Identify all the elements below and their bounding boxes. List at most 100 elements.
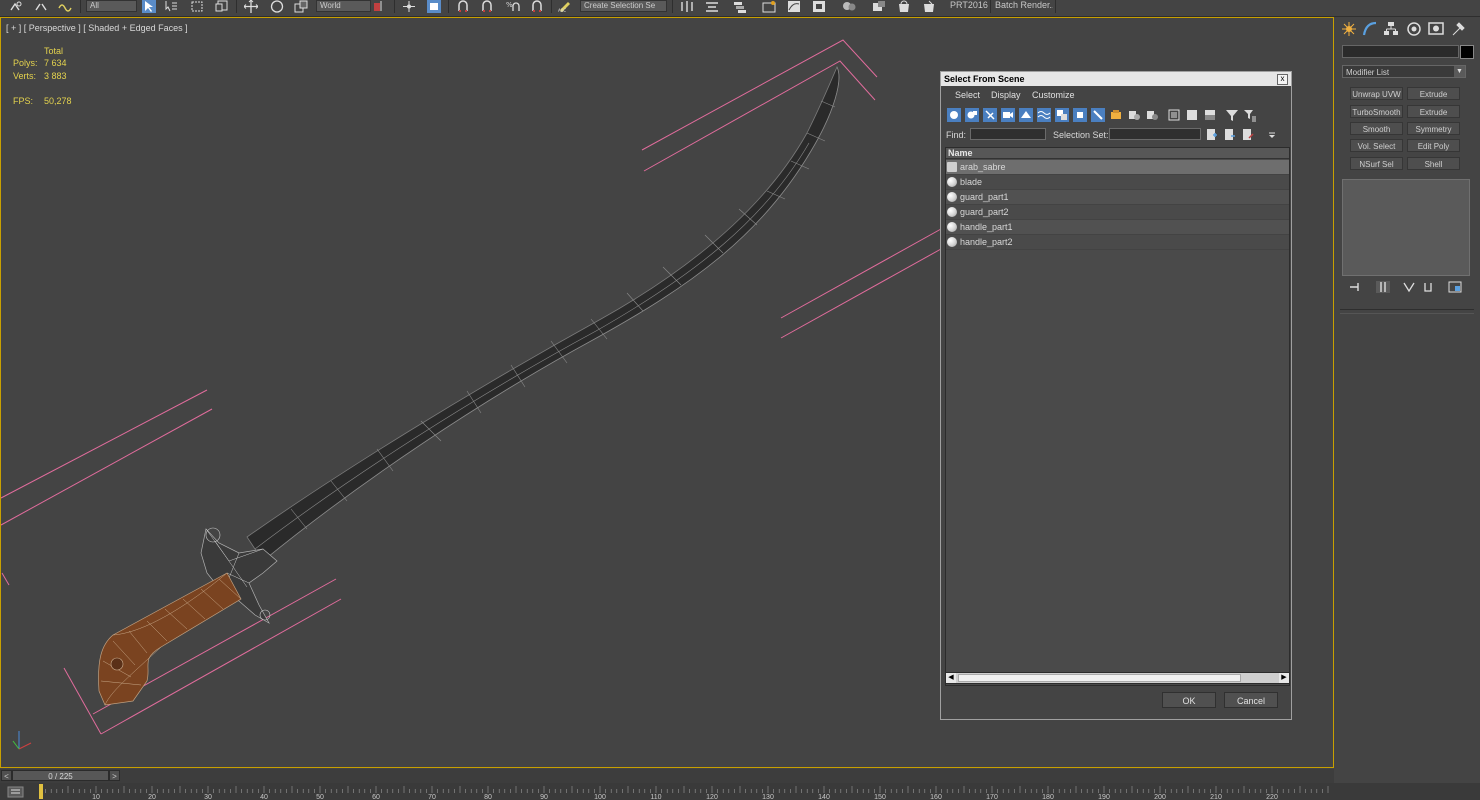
- horizontal-scrollbar[interactable]: ◀ ▶: [945, 672, 1290, 684]
- object-name-field[interactable]: [1342, 45, 1459, 58]
- remove-from-selection-set-icon[interactable]: [1241, 128, 1254, 141]
- select-and-move-icon[interactable]: [244, 0, 258, 13]
- configure-modifier-sets-icon[interactable]: [1448, 281, 1462, 293]
- curve-editor-icon[interactable]: [787, 0, 801, 13]
- prt-label[interactable]: PRT2016: [950, 0, 988, 10]
- reference-coordinate-dropdown[interactable]: World: [316, 0, 371, 12]
- display-geometry-icon[interactable]: [947, 108, 961, 122]
- list-item[interactable]: handle_part1: [946, 220, 1289, 235]
- modifier-button[interactable]: Symmetry: [1407, 122, 1460, 135]
- modifier-button[interactable]: Smooth: [1350, 122, 1403, 135]
- current-frame-marker[interactable]: [39, 784, 43, 799]
- select-and-link-icon[interactable]: [9, 0, 23, 13]
- modifier-button[interactable]: Shell: [1407, 157, 1460, 170]
- modifier-button[interactable]: Extrude: [1407, 87, 1460, 100]
- open-mini-curve-editor-icon[interactable]: [7, 785, 24, 799]
- select-by-name-icon[interactable]: [164, 0, 178, 13]
- filter-options-icon[interactable]: [1243, 108, 1257, 122]
- display-bones-icon[interactable]: [1091, 108, 1105, 122]
- display-helpers-icon[interactable]: [1019, 108, 1033, 122]
- select-object-icon[interactable]: [142, 0, 156, 13]
- modifier-button[interactable]: Vol. Select: [1350, 139, 1403, 152]
- menu-customize[interactable]: Customize: [1032, 90, 1075, 100]
- previous-frame-button[interactable]: <: [1, 770, 12, 781]
- display-lights-icon[interactable]: [983, 108, 997, 122]
- scrollbar-thumb[interactable]: [958, 674, 1241, 682]
- track-ruler[interactable]: 10 20 30 40 50 60 70 80 90 100 110 120 130 140 150 160 1…: [34, 783, 1330, 800]
- time-slider-thumb[interactable]: 0 / 225: [12, 770, 109, 781]
- modifier-button[interactable]: NSurf Sel: [1350, 157, 1403, 170]
- dialog-title[interactable]: Select From Scene: [941, 72, 1291, 86]
- rendered-frame-window-icon[interactable]: [897, 0, 911, 13]
- edit-named-selection-icon[interactable]: ABC: [558, 0, 572, 13]
- close-icon[interactable]: x: [1277, 74, 1288, 85]
- modifier-button[interactable]: Extrude: [1407, 105, 1460, 118]
- percent-snap-icon[interactable]: %: [506, 0, 520, 13]
- pin-stack-icon[interactable]: [1348, 281, 1362, 293]
- render-setup-icon[interactable]: [872, 0, 886, 13]
- motion-tab-icon[interactable]: [1406, 21, 1422, 37]
- make-unique-icon[interactable]: [1402, 281, 1416, 293]
- named-selection-set-field[interactable]: Create Selection Se: [580, 0, 667, 12]
- pivot-center-icon[interactable]: [372, 0, 386, 13]
- selection-filter-dropdown[interactable]: All: [86, 0, 137, 12]
- display-containers-icon[interactable]: [1109, 108, 1123, 122]
- spinner-snap-icon[interactable]: [530, 0, 544, 13]
- modifier-button[interactable]: TurboSmooth: [1350, 105, 1403, 118]
- remove-modifier-icon[interactable]: [1421, 281, 1435, 293]
- mirror-icon[interactable]: [680, 0, 694, 13]
- snaps-toggle-icon[interactable]: [456, 0, 470, 13]
- track-bar[interactable]: 10 20 30 40 50 60 70 80 90 100 110 120 130 140 150 160 1…: [0, 783, 1480, 800]
- display-frozen-icon[interactable]: [1127, 108, 1141, 122]
- modify-tab-icon[interactable]: [1362, 21, 1378, 37]
- list-item[interactable]: guard_part2: [946, 205, 1289, 220]
- window-crossing-icon[interactable]: [215, 0, 229, 13]
- scroll-left-icon[interactable]: ◀: [946, 673, 956, 683]
- rectangular-selection-icon[interactable]: [190, 0, 204, 13]
- create-tab-icon[interactable]: [1341, 21, 1357, 37]
- cancel-button[interactable]: Cancel: [1224, 692, 1278, 708]
- render-production-icon[interactable]: [922, 0, 936, 13]
- show-end-result-icon[interactable]: [1376, 281, 1390, 293]
- display-tab-icon[interactable]: [1428, 21, 1444, 37]
- selection-set-dropdown[interactable]: [1109, 128, 1201, 140]
- display-cameras-icon[interactable]: [1001, 108, 1015, 122]
- modifier-button[interactable]: Edit Poly: [1407, 139, 1460, 152]
- list-item[interactable]: guard_part1: [946, 190, 1289, 205]
- batch-render-button[interactable]: Batch Render...: [995, 0, 1053, 10]
- display-xrefs-icon[interactable]: [1073, 108, 1087, 122]
- select-all-icon[interactable]: [1167, 108, 1181, 122]
- align-icon[interactable]: [705, 0, 719, 13]
- sabre-handle[interactable]: [98, 572, 242, 706]
- unlink-selection-icon[interactable]: [34, 0, 48, 13]
- angle-snap-icon[interactable]: [480, 0, 494, 13]
- display-groups-icon[interactable]: [1055, 108, 1069, 122]
- hierarchy-tab-icon[interactable]: [1383, 21, 1399, 37]
- viewport-label[interactable]: [ + ] [ Perspective ] [ Shaded + Edged F…: [6, 23, 188, 33]
- select-and-scale-icon[interactable]: [294, 0, 308, 13]
- modifier-button[interactable]: Unwrap UVW: [1350, 87, 1403, 100]
- keyboard-shortcut-override-icon[interactable]: [427, 0, 441, 13]
- create-selection-set-icon[interactable]: [1205, 128, 1218, 141]
- display-shapes-icon[interactable]: [965, 108, 979, 122]
- next-frame-button[interactable]: >: [109, 770, 120, 781]
- material-editor-icon[interactable]: [842, 0, 856, 13]
- layer-manager-icon[interactable]: [733, 0, 747, 13]
- modifier-stack-list[interactable]: [1342, 179, 1470, 276]
- add-to-selection-set-icon[interactable]: [1223, 128, 1236, 141]
- ok-button[interactable]: OK: [1162, 692, 1216, 708]
- bind-to-space-warp-icon[interactable]: [58, 0, 72, 13]
- utilities-tab-icon[interactable]: [1450, 21, 1466, 37]
- chevron-down-icon[interactable]: [1267, 131, 1277, 141]
- select-none-icon[interactable]: [1185, 108, 1199, 122]
- menu-display[interactable]: Display: [991, 90, 1021, 100]
- list-item[interactable]: arab_sabre: [946, 160, 1289, 175]
- invert-selection-icon[interactable]: [1203, 108, 1217, 122]
- filter-icon[interactable]: [1225, 108, 1239, 122]
- list-item[interactable]: handle_part2: [946, 235, 1289, 250]
- display-hidden-icon[interactable]: [1145, 108, 1159, 122]
- column-header-name[interactable]: Name: [946, 148, 1289, 159]
- menu-select[interactable]: Select: [955, 90, 980, 100]
- object-color-swatch[interactable]: [1460, 45, 1474, 59]
- scroll-right-icon[interactable]: ▶: [1279, 673, 1289, 683]
